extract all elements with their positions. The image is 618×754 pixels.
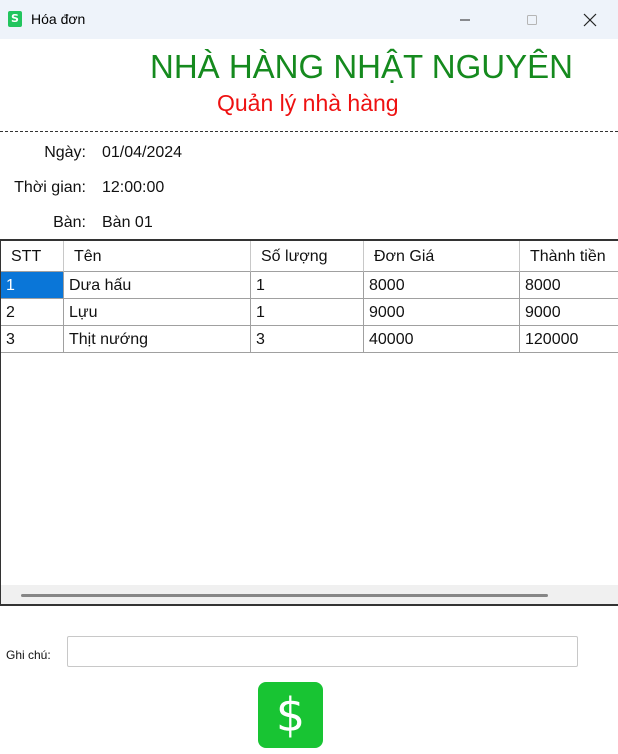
date-value: 01/04/2024	[102, 144, 183, 161]
table-value: Bàn 01	[102, 214, 153, 231]
cell-stt[interactable]: 2	[1, 299, 64, 326]
column-header-name[interactable]: Tên	[64, 241, 251, 272]
cell-total[interactable]: 8000	[520, 272, 618, 299]
note-input[interactable]	[67, 636, 578, 667]
cell-stt[interactable]: 1	[1, 272, 64, 299]
time-label: Thời gian:	[14, 179, 86, 196]
cell-name[interactable]: Thịt nướng	[64, 326, 251, 353]
cell-name[interactable]: Lựu	[64, 299, 251, 326]
table-row[interactable]: 3 Thịt nướng 3 40000 120000	[1, 326, 618, 353]
cell-unit-price[interactable]: 40000	[364, 326, 520, 353]
column-header-quantity[interactable]: Số lượng	[251, 241, 364, 272]
title-bar: S Hóa đơn	[0, 0, 618, 39]
restaurant-subtitle: Quản lý nhà hàng	[217, 90, 399, 116]
scrollbar-thumb[interactable]	[21, 594, 548, 597]
grid-header: STT Tên Số lượng Đơn Giá Thành tiền	[1, 241, 618, 272]
table-row[interactable]: 1 Dưa hấu 1 8000 8000	[1, 272, 618, 299]
minimize-button[interactable]	[442, 0, 488, 39]
horizontal-scrollbar[interactable]	[1, 585, 618, 604]
maximize-icon	[527, 14, 537, 25]
close-icon	[583, 13, 597, 26]
cell-name[interactable]: Dưa hấu	[64, 272, 251, 299]
table-label: Bàn:	[53, 214, 86, 231]
cell-quantity[interactable]: 1	[251, 272, 364, 299]
window-title: Hóa đơn	[31, 11, 86, 27]
minimize-icon	[460, 19, 470, 20]
date-label: Ngày:	[44, 144, 86, 161]
cell-stt[interactable]: 3	[1, 326, 64, 353]
table-row[interactable]: 2 Lựu 1 9000 9000	[1, 299, 618, 326]
cell-total[interactable]: 120000	[520, 326, 618, 353]
close-button[interactable]	[567, 0, 613, 39]
cell-quantity[interactable]: 3	[251, 326, 364, 353]
invoice-grid[interactable]: STT Tên Số lượng Đơn Giá Thành tiền 1 Dư…	[0, 239, 618, 606]
column-header-total[interactable]: Thành tiền	[520, 241, 618, 272]
pay-button[interactable]: $	[258, 682, 323, 748]
app-icon: S	[8, 11, 22, 27]
maximize-button[interactable]	[509, 0, 555, 39]
cell-unit-price[interactable]: 8000	[364, 272, 520, 299]
cell-quantity[interactable]: 1	[251, 299, 364, 326]
column-header-unit-price[interactable]: Đơn Giá	[364, 241, 520, 272]
column-header-stt[interactable]: STT	[1, 241, 64, 272]
time-value: 12:00:00	[102, 179, 165, 196]
dollar-icon: $	[275, 688, 306, 742]
note-label: Ghi chú:	[6, 648, 51, 662]
restaurant-name: NHÀ HÀNG NHẬT NGUYÊN	[150, 48, 573, 85]
header-divider	[0, 131, 618, 132]
cell-unit-price[interactable]: 9000	[364, 299, 520, 326]
cell-total[interactable]: 9000	[520, 299, 618, 326]
